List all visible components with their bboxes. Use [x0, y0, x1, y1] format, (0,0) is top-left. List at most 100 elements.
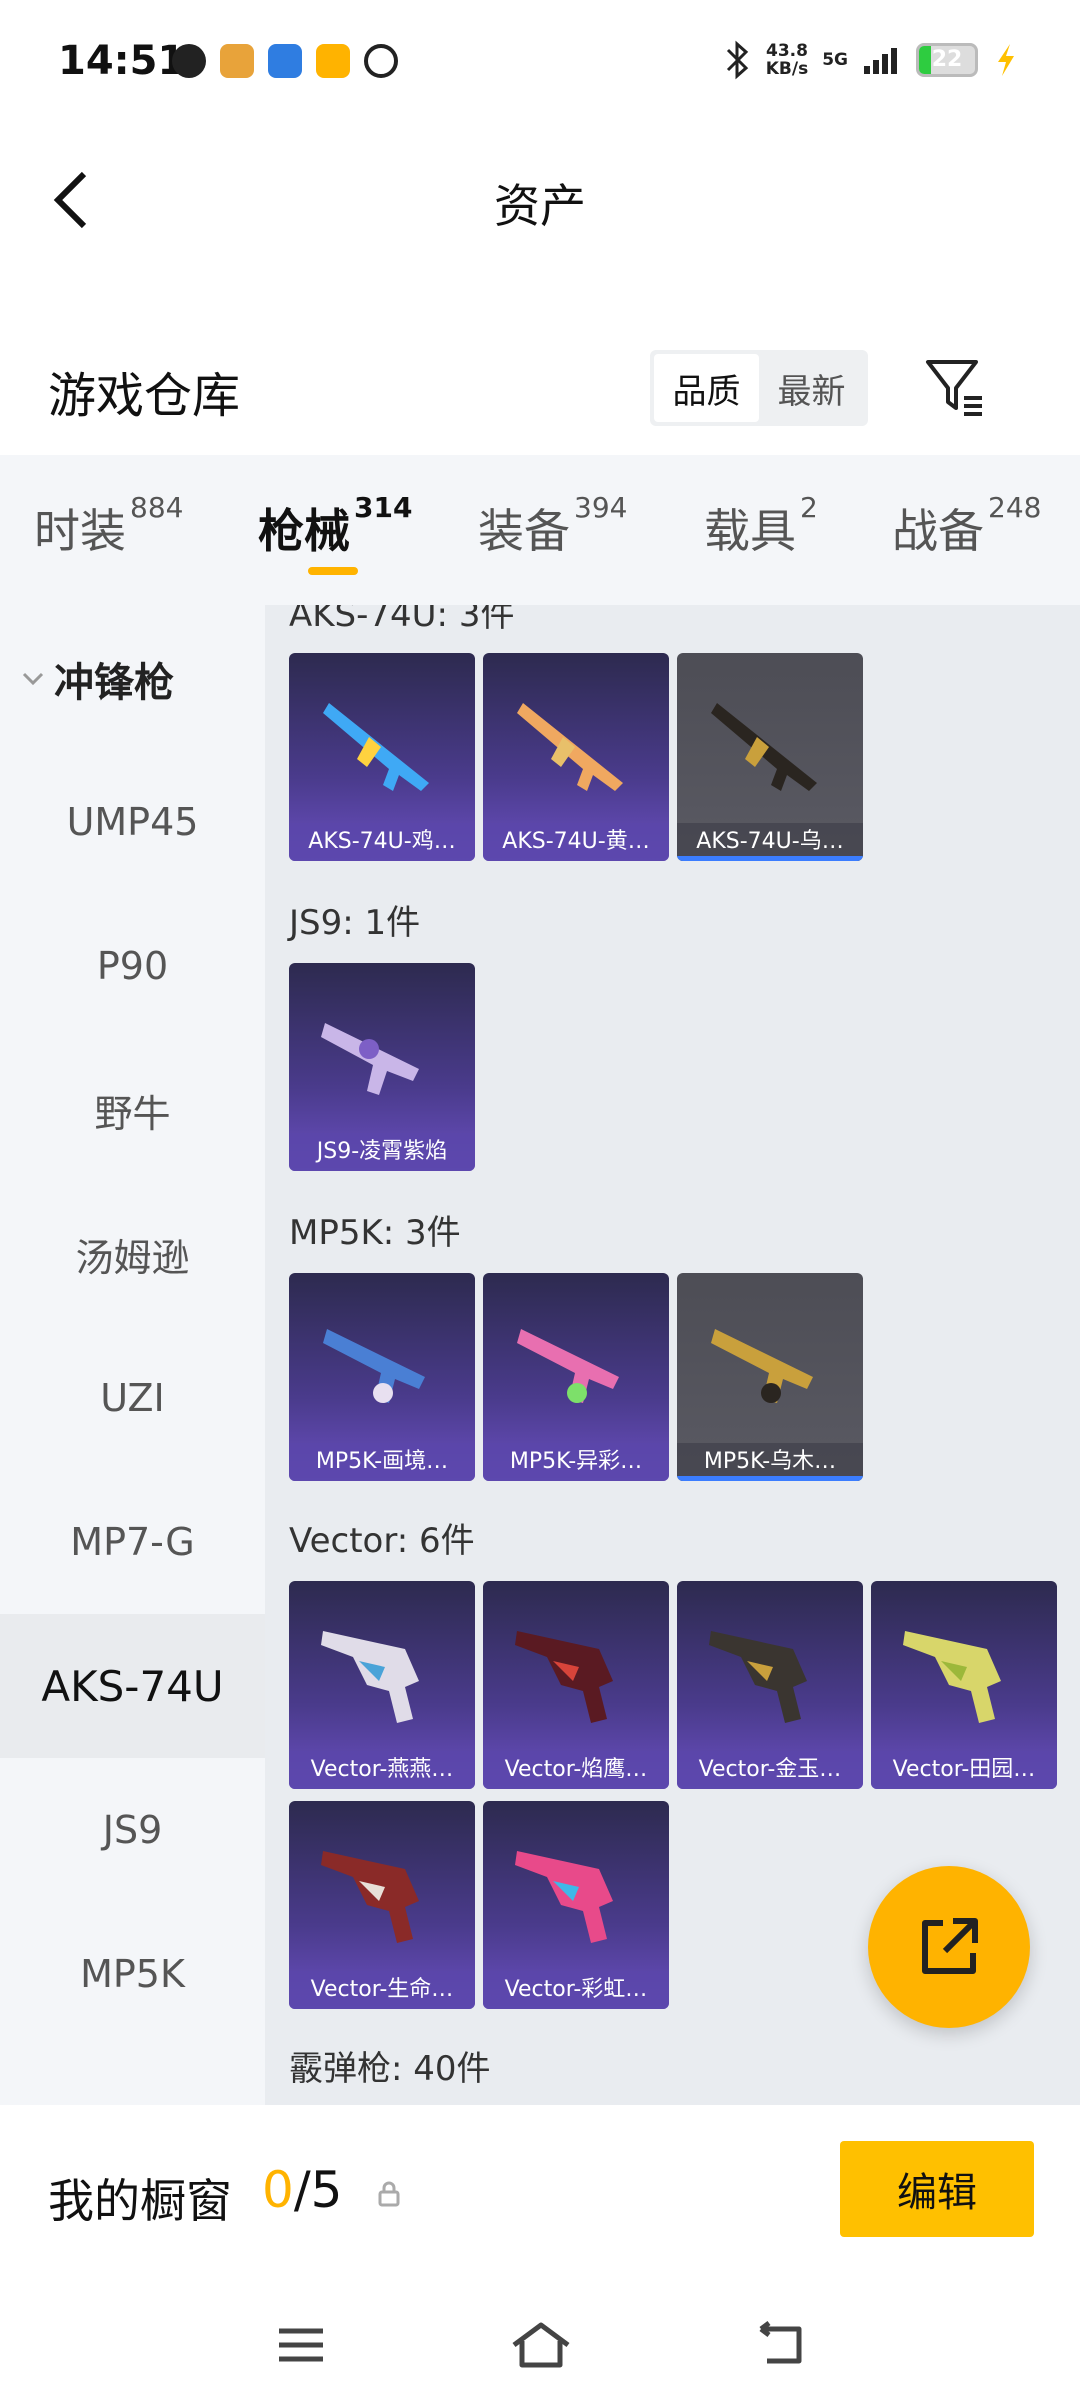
sidebar-group-smg[interactable]: 冲锋枪 [20, 650, 174, 708]
section-title-js9: JS9: 1件 [289, 903, 421, 943]
item-card[interactable]: MP5K-乌木… [677, 1273, 863, 1481]
smg-skin-icon [321, 1023, 419, 1095]
item-card-label: MP5K-画境… [289, 1443, 475, 1481]
item-card[interactable]: AKS-74U-黄… [483, 653, 669, 861]
tab-vehicles[interactable]: 载具 2 [704, 491, 818, 561]
notification-icons [172, 44, 398, 78]
charging-icon [998, 44, 1014, 76]
sort-toggle: 品质 最新 [650, 350, 868, 426]
page-title: 资产 [494, 179, 586, 233]
item-card-label: AKS-74U-乌… [677, 823, 863, 861]
section-title-aks74u: AKS-74U: 3件 [289, 605, 515, 635]
item-card-label: Vector-燕燕… [289, 1751, 475, 1789]
sidebar-item-mp7g[interactable]: MP7-G [0, 1470, 265, 1614]
item-card[interactable]: Vector-燕燕… [289, 1581, 475, 1789]
item-card-label: Vector-彩虹… [483, 1971, 669, 2009]
category-tabs: 时装 884 枪械 314 装备 394 载具 2 战备 248 [0, 455, 1080, 605]
tab-supplies[interactable]: 战备 248 [892, 491, 1041, 561]
net-speed: 43.8 KB/s [765, 41, 809, 79]
vector-skin-icon [903, 1631, 1001, 1723]
rifle-skin-icon [517, 703, 623, 791]
tab-costume[interactable]: 时装 884 [34, 491, 183, 561]
item-card[interactable]: Vector-焰鹰… [483, 1581, 669, 1789]
weapon-type-sidebar: 冲锋枪 UMP45 P90 野牛 汤姆逊 UZI MP7-G AKS-74U J… [0, 605, 265, 2105]
sidebar-item-p90[interactable]: P90 [0, 894, 265, 1038]
rifle-skin-icon [323, 703, 429, 791]
section-title-mp5k: MP5K: 3件 [289, 1213, 461, 1253]
showcase-bar: 我的橱窗 0/5 编辑 [0, 2105, 1080, 2290]
broadcast-notification-icon [268, 44, 302, 78]
item-card-label: Vector-金玉… [677, 1751, 863, 1789]
section-title-vector: Vector: 6件 [289, 1521, 475, 1561]
item-card[interactable]: JS9-凌霄紫焰 [289, 963, 475, 1171]
signal-icon [864, 48, 897, 74]
item-card-label: Vector-生命… [289, 1971, 475, 2009]
item-card[interactable]: MP5K-画境… [289, 1273, 475, 1481]
active-tab-indicator [308, 567, 358, 575]
sidebar-item-thompson[interactable]: 汤姆逊 [0, 1182, 265, 1326]
menu-icon [279, 2328, 323, 2362]
tab-firearms[interactable]: 枪械 314 [258, 491, 412, 561]
item-card[interactable]: MP5K-异彩… [483, 1273, 669, 1481]
vector-skin-icon [515, 1631, 613, 1723]
filter-icon [926, 360, 982, 416]
status-time: 14:51 [58, 38, 186, 84]
square-notification-icon [316, 44, 350, 78]
item-card[interactable]: AKS-74U-乌… [677, 653, 863, 861]
lock-icon [378, 2181, 400, 2207]
item-card-label: Vector-焰鹰… [483, 1751, 669, 1789]
swirl-notification-icon [364, 44, 398, 78]
network-type: 5G [822, 50, 848, 70]
sort-quality-option[interactable]: 品质 [654, 354, 759, 422]
vector-skin-icon [321, 1631, 419, 1723]
warehouse-title: 游戏仓库 [48, 368, 241, 424]
sidebar-item-ump45[interactable]: UMP45 [0, 750, 265, 894]
sort-newest-option[interactable]: 最新 [759, 354, 864, 422]
home-icon [512, 2322, 570, 2368]
item-card-label: AKS-74U-鸡… [289, 823, 475, 861]
sidebar-item-bizon[interactable]: 野牛 [0, 1038, 265, 1182]
menu-nav-button[interactable] [266, 2310, 336, 2380]
app-header: 资产 [0, 130, 1080, 270]
app-notification-icon [172, 44, 206, 78]
section-title-shotgun: 霰弹枪: 40件 [289, 2049, 491, 2089]
sidebar-item-mp5k[interactable]: MP5K [0, 1902, 265, 2046]
vector-skin-icon [515, 1851, 613, 1943]
bluetooth-icon [726, 40, 748, 80]
sidebar-item-aks74u[interactable]: AKS-74U [0, 1614, 265, 1758]
item-card-label: JS9-凌霄紫焰 [289, 1133, 475, 1171]
home-nav-button[interactable] [506, 2310, 576, 2380]
item-card-label: MP5K-异彩… [483, 1443, 669, 1481]
vector-skin-icon [709, 1631, 807, 1723]
item-card[interactable]: Vector-生命… [289, 1801, 475, 2009]
sidebar-item-js9[interactable]: JS9 [0, 1758, 265, 1902]
item-card[interactable]: Vector-金玉… [677, 1581, 863, 1789]
smg-skin-icon [711, 1329, 813, 1403]
item-card[interactable]: AKS-74U-鸡… [289, 653, 475, 861]
rifle-skin-icon [711, 703, 817, 791]
smg-skin-icon [323, 1329, 425, 1403]
tab-equipment[interactable]: 装备 394 [478, 491, 627, 561]
game-notification-icon [220, 44, 254, 78]
filter-button[interactable] [920, 352, 990, 422]
item-card[interactable]: Vector-彩虹… [483, 1801, 669, 2009]
chevron-down-icon [22, 672, 44, 686]
vector-skin-icon [321, 1851, 419, 1943]
sidebar-item-uzi[interactable]: UZI [0, 1326, 265, 1470]
battery-indicator: 22 [916, 43, 978, 77]
showcase-count: 0/5 [262, 2161, 343, 2219]
edit-button[interactable]: 编辑 [840, 2141, 1034, 2237]
warehouse-row: 游戏仓库 品质 最新 [0, 330, 1080, 450]
status-right: 43.8 KB/s 5G 22 [722, 40, 1020, 80]
external-link-icon [922, 1918, 978, 1974]
item-card-label: MP5K-乌木… [677, 1443, 863, 1481]
status-bar: 14:51 43.8 KB/s 5G 22 [0, 0, 1080, 130]
back-arrow-icon [759, 2321, 802, 2364]
item-card-label: AKS-74U-黄… [483, 823, 669, 861]
share-fab[interactable] [868, 1866, 1030, 2028]
system-navbar [0, 2290, 1080, 2400]
back-nav-button[interactable] [746, 2310, 816, 2380]
showcase-label: 我的橱窗 [48, 2174, 232, 2228]
item-card-label: Vector-田园… [871, 1751, 1057, 1789]
item-card[interactable]: Vector-田园… [871, 1581, 1057, 1789]
